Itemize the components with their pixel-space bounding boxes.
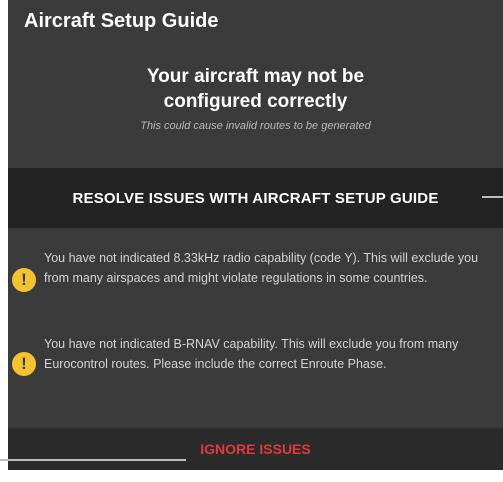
- aircraft-setup-dialog: Aircraft Setup Guide Your aircraft may n…: [8, 0, 503, 470]
- resolve-band: RESOLVE ISSUES WITH AIRCRAFT SETUP GUIDE: [8, 168, 503, 228]
- dialog-footer: IGNORE ISSUES: [8, 428, 503, 470]
- warning-icon: !: [12, 268, 36, 292]
- dialog-title: Aircraft Setup Guide: [24, 10, 219, 32]
- warning-icon: !: [12, 352, 36, 376]
- headline-line-1: Your aircraft may not be: [146, 66, 365, 87]
- callout-line-left: [0, 459, 186, 461]
- warning-subline: This could cause invalid routes to be ge…: [140, 120, 371, 132]
- callout-line-right: [482, 196, 503, 198]
- issue-item: ! You have not indicated 8.33kHz radio c…: [8, 248, 503, 312]
- issue-item: ! You have not indicated B-RNAV capabili…: [8, 334, 503, 398]
- warning-headline: Your aircraft may not be configured corr…: [8, 64, 503, 114]
- dialog-header: Aircraft Setup Guide: [8, 0, 503, 44]
- issue-text: You have not indicated B-RNAV capability…: [44, 337, 459, 371]
- resolve-issues-button[interactable]: RESOLVE ISSUES WITH AIRCRAFT SETUP GUIDE: [8, 168, 503, 228]
- issue-text: You have not indicated 8.33kHz radio cap…: [44, 251, 479, 285]
- ignore-issues-button[interactable]: IGNORE ISSUES: [8, 428, 503, 470]
- headline-line-2: configured correctly: [163, 91, 348, 112]
